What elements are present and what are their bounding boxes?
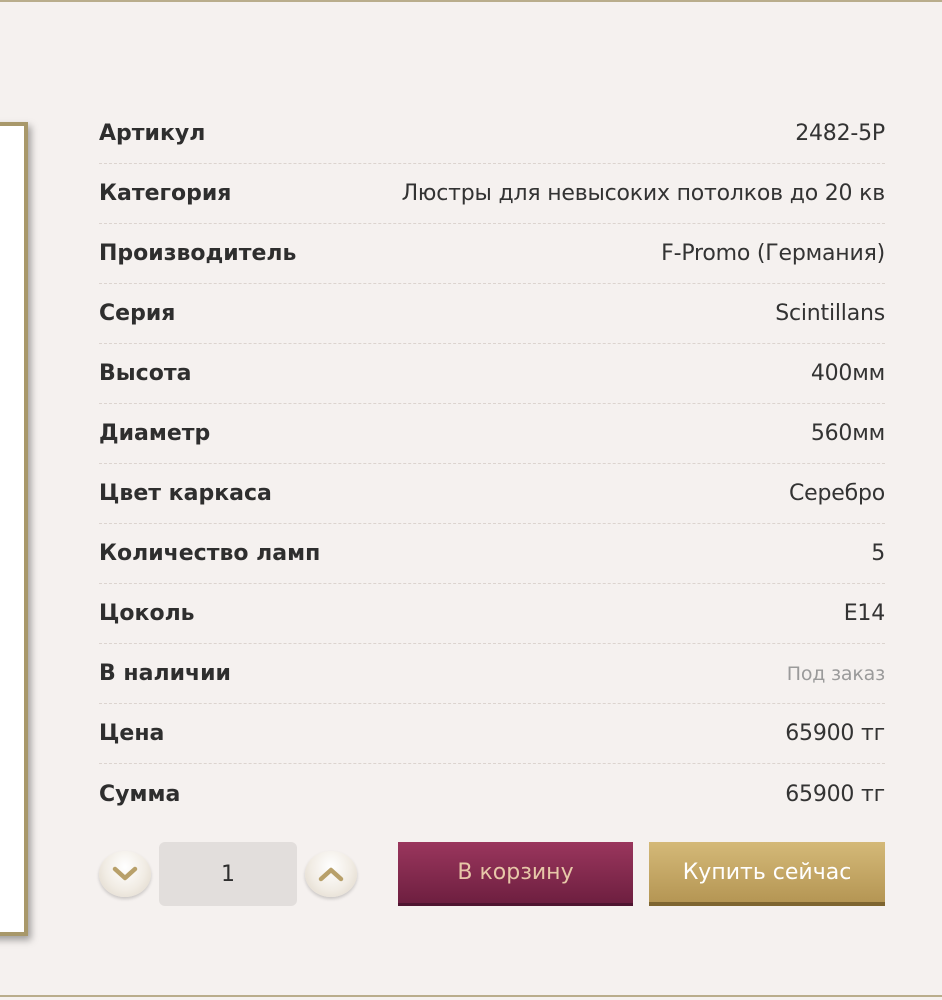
product-image-frame[interactable] <box>0 122 28 936</box>
spec-label: Сумма <box>99 781 181 807</box>
spec-value: 2482-5P <box>795 121 885 146</box>
spec-row-height: Высота 400мм <box>99 344 885 404</box>
spec-label: Серия <box>99 301 176 326</box>
spec-row-total: Сумма 65900 тг <box>99 764 885 824</box>
bottom-border <box>0 995 942 997</box>
spec-row-manufacturer: Производитель F-Promo (Германия) <box>99 224 885 284</box>
quantity-decrease-button[interactable] <box>99 851 151 897</box>
spec-row-availability: В наличии Под заказ <box>99 644 885 704</box>
price-value: 65900 тг <box>785 721 885 746</box>
spec-row-price: Цена 65900 тг <box>99 704 885 764</box>
quantity-input[interactable]: 1 <box>159 842 297 906</box>
chevron-up-icon <box>318 867 344 882</box>
spec-row-lamp-count: Количество ламп 5 <box>99 524 885 584</box>
spec-label: Высота <box>99 361 192 386</box>
spec-row-article: Артикул 2482-5P <box>99 104 885 164</box>
spec-row-diameter: Диаметр 560мм <box>99 404 885 464</box>
chevron-down-icon <box>112 866 138 881</box>
spec-label: Цена <box>99 721 165 746</box>
spec-value: F-Promo (Германия) <box>661 241 885 266</box>
spec-row-series: Серия Scintillans <box>99 284 885 344</box>
spec-label: Цвет каркаса <box>99 481 272 506</box>
spec-label: Категория <box>99 181 232 206</box>
spec-label: Количество ламп <box>99 541 321 566</box>
spec-label: Цоколь <box>99 601 195 626</box>
spec-value: 5 <box>871 541 885 566</box>
add-to-cart-button[interactable]: В корзину <box>398 842 633 906</box>
spec-row-socket: Цоколь E14 <box>99 584 885 644</box>
quantity-value: 1 <box>221 861 235 887</box>
spec-value: Scintillans <box>775 301 885 326</box>
buy-now-button[interactable]: Купить сейчас <box>649 842 885 906</box>
spec-row-frame-color: Цвет каркаса Серебро <box>99 464 885 524</box>
spec-value: Серебро <box>789 481 885 506</box>
spec-value: 400мм <box>810 361 885 386</box>
top-border <box>0 0 942 2</box>
availability-value: Под заказ <box>786 662 885 685</box>
spec-value: 560мм <box>810 421 885 446</box>
spec-label: Диаметр <box>99 421 211 446</box>
spec-label: Артикул <box>99 121 206 146</box>
spec-value: Люстры для невысоких потолков до 20 кв <box>401 181 886 206</box>
spec-label: Производитель <box>99 241 297 266</box>
spec-label: В наличии <box>99 661 231 686</box>
total-value: 65900 тг <box>785 781 885 807</box>
quantity-increase-button[interactable] <box>305 851 357 897</box>
spec-value: E14 <box>843 601 885 626</box>
spec-row-category: Категория Люстры для невысоких потолков … <box>99 164 885 224</box>
product-specs: Артикул 2482-5P Категория Люстры для нев… <box>99 104 885 824</box>
